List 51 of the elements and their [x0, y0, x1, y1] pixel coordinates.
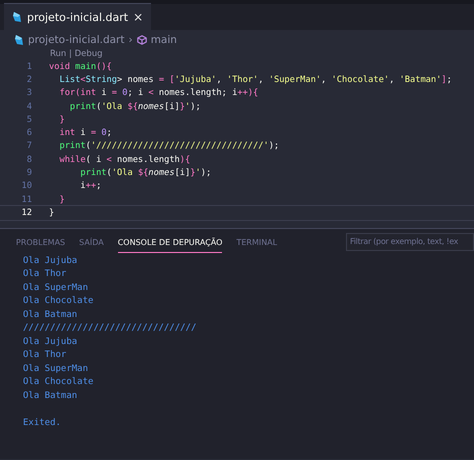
console-output-line: Ola Batman: [23, 310, 78, 322]
line-number: 9: [26, 168, 33, 178]
panel-tab[interactable]: CONSOLE DE DEPURAÇÃO: [118, 230, 222, 253]
line-number: 7: [26, 141, 33, 152]
line-number: 3: [26, 88, 33, 98]
code-line: void main(){: [49, 62, 112, 72]
codelens-links[interactable]: Run | Debug: [0, 47, 474, 60]
panel-tab[interactable]: PROBLEMAS: [16, 230, 66, 253]
console-output-line: Ola SuperMan: [23, 282, 90, 295]
line-number: 12: [20, 208, 33, 218]
code-line: List<String> nomes = ['Jujuba', 'Thor', 'SuperMan', 'Chocolate', 'Batman'];: [58, 74, 452, 85]
code-line: }: [58, 114, 65, 125]
dart-icon: [14, 34, 24, 46]
code-line: for(int i = 0; i < nomes.length; i++){: [58, 88, 258, 98]
dart-icon: [12, 11, 22, 23]
code-line: print('////////////////////////////////');: [58, 141, 280, 152]
code-line: while( i < nomes.length){: [58, 154, 190, 165]
console-status-text: Exited.: [23, 418, 62, 430]
console-output-line: Ola Jujuba: [23, 336, 78, 349]
filter-field[interactable]: Filtrar (por exemplo, text, !ex: [346, 232, 474, 251]
breadcrumb-file[interactable]: projeto-inicial.dart: [28, 34, 124, 46]
line-number: 6: [26, 128, 33, 138]
breadcrumb-separator: ›: [128, 34, 133, 46]
console-output-line: Ola Chocolate: [23, 377, 94, 390]
line-number: 10: [20, 181, 33, 192]
editor-tab[interactable]: projeto-inicial.dart ×: [4, 3, 152, 30]
console-output-line: Ola Chocolate: [23, 296, 94, 308]
line-number: 4: [26, 102, 33, 112]
line-number: 8: [26, 154, 33, 165]
panel-tab[interactable]: SAÍDA: [79, 230, 104, 253]
line-number: 1: [26, 62, 33, 72]
line-number: 11: [20, 194, 33, 205]
panel-tab[interactable]: TERMINAL: [236, 230, 278, 253]
code-line: print('Ola ${nomes[i]}');: [68, 102, 201, 112]
console-output-line: Ola Thor: [23, 350, 68, 362]
cube-icon: [136, 35, 147, 45]
breadcrumb-symbol[interactable]: main: [150, 34, 177, 46]
console-output-line: ////////////////////////////////: [23, 323, 198, 336]
tab-label: projeto-inicial.dart: [27, 10, 128, 24]
console-output-line: Ola Thor: [23, 269, 68, 282]
code-line: }: [49, 208, 54, 218]
code-line: print('Ola ${nomes[i]}');: [79, 168, 212, 178]
code-line: }: [58, 194, 65, 205]
code-line: int i = 0;: [58, 128, 112, 138]
close-icon[interactable]: ×: [133, 10, 144, 24]
console-output-line: Ola Batman: [23, 390, 78, 403]
code-line: i++;: [79, 181, 102, 192]
console-output-line: Ola Jujuba: [23, 256, 78, 268]
line-number: 5: [26, 114, 33, 125]
console-output-line: Ola SuperMan: [23, 364, 90, 376]
line-number: 2: [26, 74, 33, 85]
